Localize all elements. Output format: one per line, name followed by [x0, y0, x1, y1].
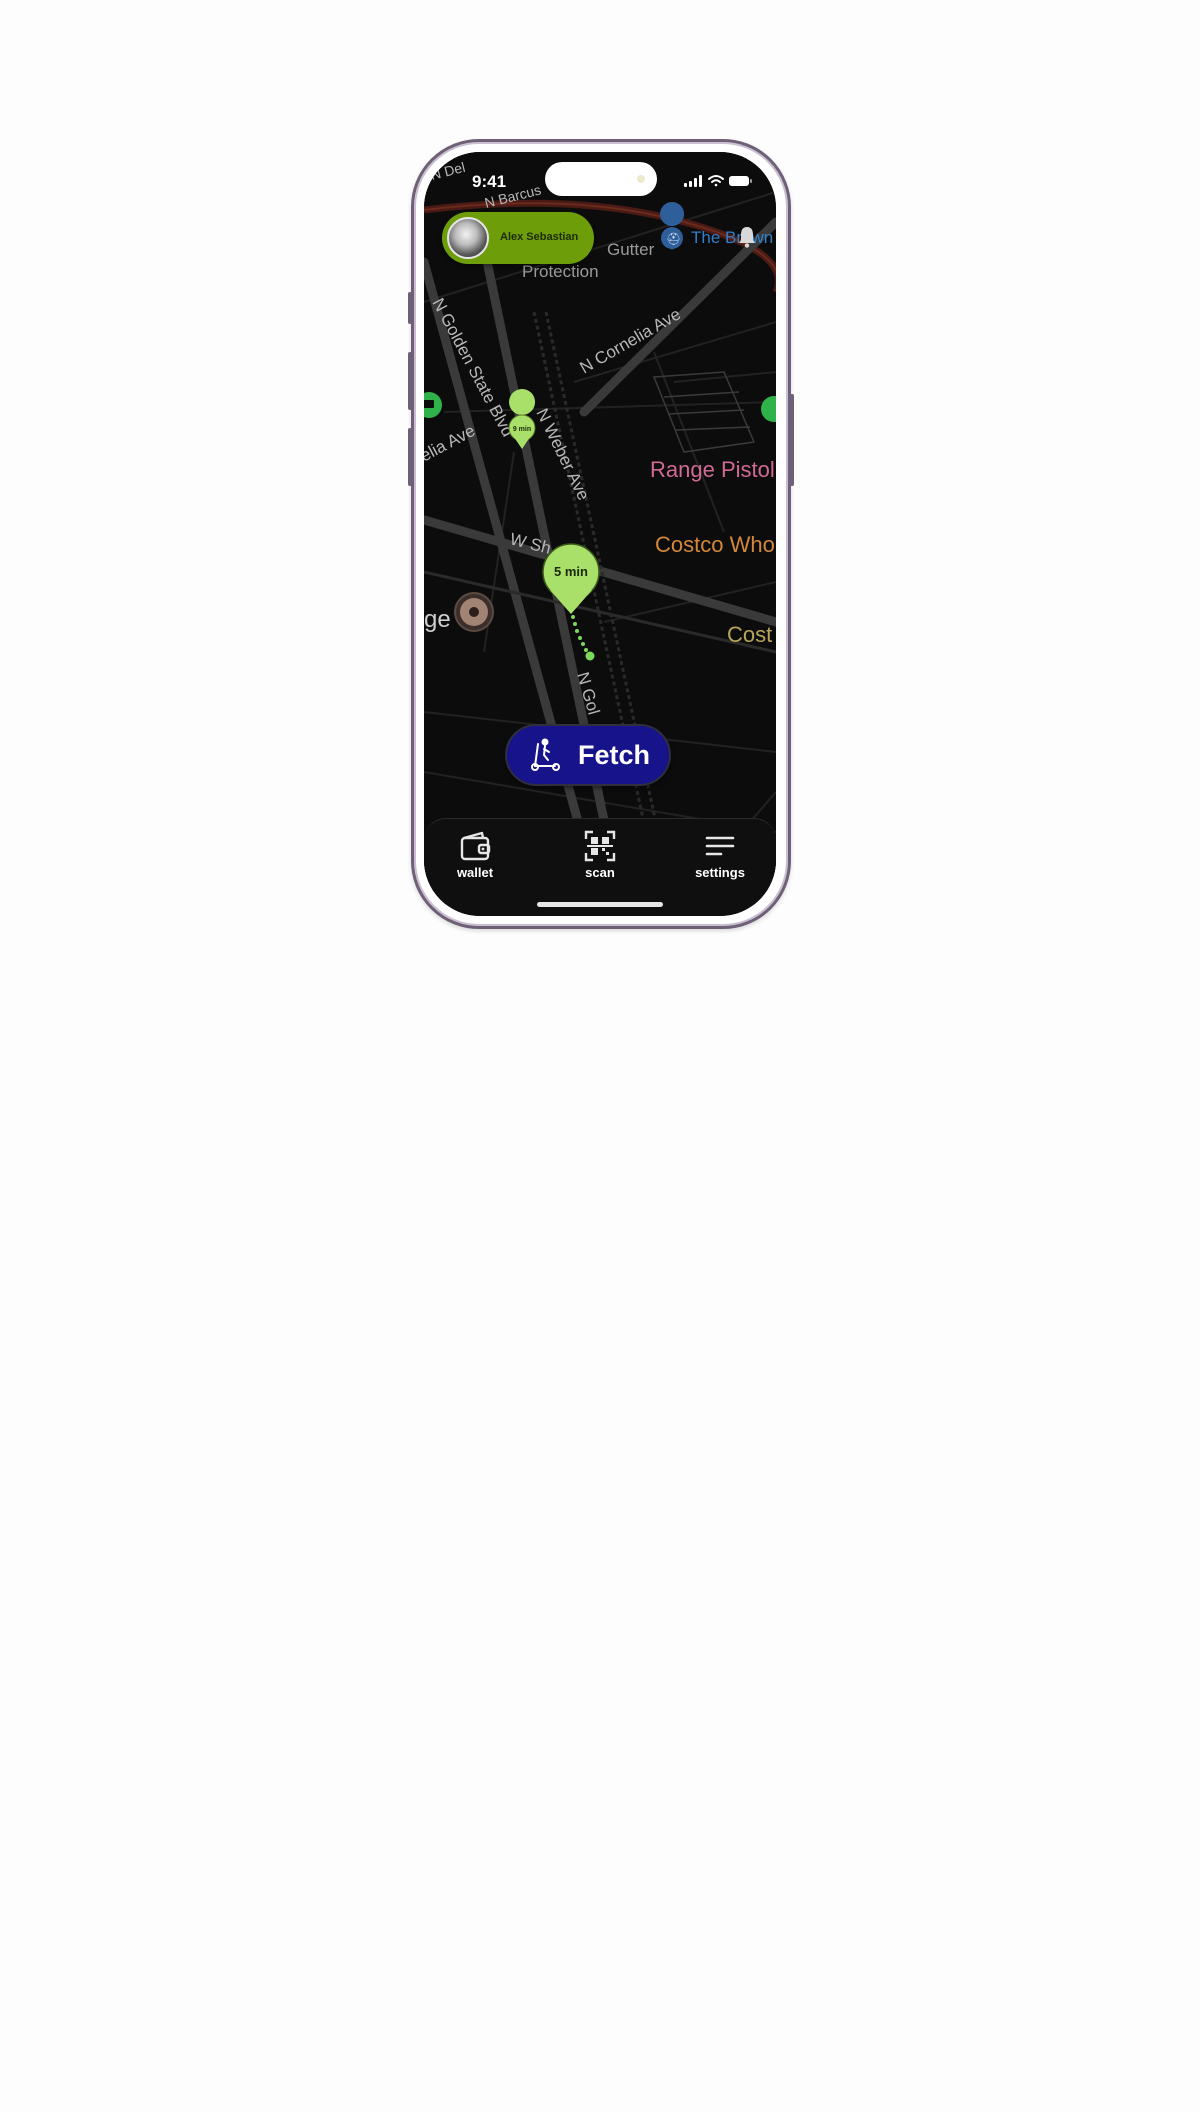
- status-time: 9:41: [472, 172, 507, 191]
- place-label-costco: Cost: [727, 622, 772, 647]
- battery-icon: [729, 176, 752, 186]
- silent-switch: [408, 292, 412, 324]
- qr-scan-icon: [584, 830, 616, 862]
- svg-text:⛑: ⛑: [666, 232, 681, 246]
- menu-lines-icon: [705, 836, 735, 856]
- nav-label-scan: scan: [585, 865, 615, 880]
- profile-pill[interactable]: Alex Sebastian: [442, 212, 594, 264]
- place-label-the-brown: The Brown: [691, 228, 773, 247]
- fetch-button[interactable]: Fetch: [507, 726, 669, 784]
- place-label-protection: Protection: [522, 262, 599, 281]
- pin-label-small: 9 min: [513, 426, 531, 433]
- place-label-range-pistol: Range Pistol: [650, 457, 775, 482]
- status-bar: 9:41: [424, 152, 776, 206]
- poi-brown-location-icon[interactable]: [454, 592, 494, 632]
- home-indicator[interactable]: [537, 902, 663, 907]
- volume-down-button: [408, 428, 412, 486]
- wallet-icon: [460, 831, 491, 861]
- place-label-costco-wholesale: Costco Who: [655, 532, 775, 557]
- avatar[interactable]: [447, 217, 489, 259]
- fetch-label: Fetch: [578, 740, 651, 770]
- phone-screen: N Golden State Blvd N Weber Ave N Cornel…: [424, 152, 776, 916]
- map[interactable]: N Golden State Blvd N Weber Ave N Cornel…: [424, 152, 776, 916]
- nav-item-scan[interactable]: scan: [555, 829, 645, 889]
- signal-icon: [684, 175, 702, 187]
- pin-label-large: 5 min: [554, 564, 588, 579]
- scooter-icon: [531, 738, 560, 771]
- dynamic-island: [545, 162, 657, 196]
- volume-up-button: [408, 352, 412, 410]
- profile-name: Alex Sebastian: [500, 231, 579, 243]
- power-button: [790, 394, 794, 486]
- place-label-gutter: Gutter: [607, 240, 655, 259]
- camera-dot-icon: [637, 175, 645, 183]
- nav-item-wallet[interactable]: wallet: [430, 829, 520, 889]
- nav-label-wallet: wallet: [456, 865, 494, 880]
- place-label-ge: ge: [424, 606, 451, 633]
- nav-label-settings: settings: [695, 865, 745, 880]
- nav-item-settings[interactable]: settings: [675, 829, 765, 889]
- bell-icon[interactable]: [737, 226, 757, 248]
- status-icons: [684, 175, 752, 187]
- wifi-icon: [708, 175, 724, 187]
